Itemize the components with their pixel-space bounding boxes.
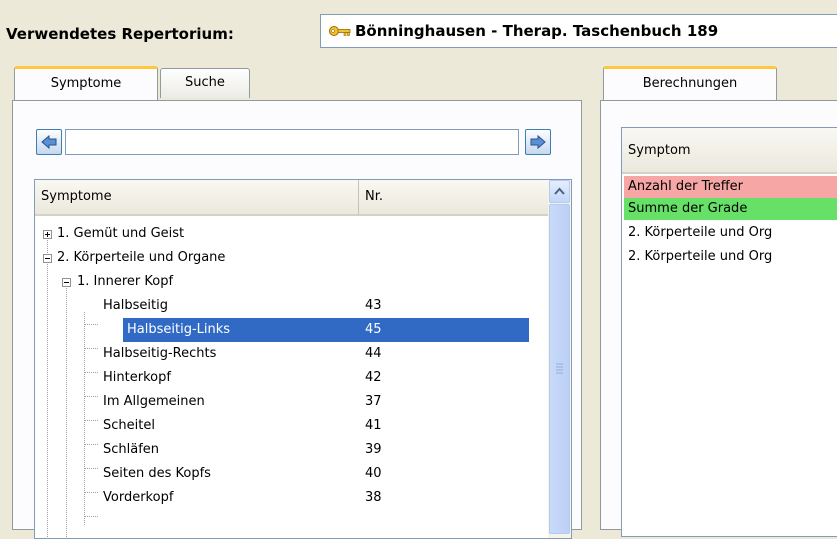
arrow-right-icon <box>530 134 546 150</box>
symptom-tree: Symptome Nr. 1. Gemüt und Geist 2. Körpe… <box>34 179 572 539</box>
vertical-scrollbar[interactable] <box>548 180 571 538</box>
expand-icon[interactable] <box>43 230 52 239</box>
nav-forward-button[interactable] <box>525 129 551 155</box>
row-anzahl-treffer[interactable]: Anzahl der Treffer <box>624 176 837 198</box>
scroll-thumb[interactable] <box>549 204 570 534</box>
collapse-icon[interactable] <box>62 278 71 287</box>
nav-back-button[interactable] <box>36 129 62 155</box>
row-symptom[interactable]: 2. Körperteile und Org <box>624 222 837 244</box>
scroll-up-button[interactable] <box>549 180 570 203</box>
tree-node-koerperteile[interactable]: 2. Körperteile und Organe <box>35 246 535 270</box>
tab-suche[interactable]: Suche <box>160 68 250 98</box>
collapse-icon[interactable] <box>43 254 52 263</box>
repertory-value: Bönninghausen - Therap. Taschenbuch 189 <box>355 22 719 40</box>
calculations-panel: Symptom Anzahl der Treffer Summe der Gra… <box>600 100 837 537</box>
repertory-bar: Verwendetes Repertorium: Bönninghausen -… <box>0 0 837 60</box>
tree-item[interactable]: Im Allgemeinen 37 <box>99 390 529 414</box>
tree-item[interactable]: Vorderkopf 38 <box>99 486 529 510</box>
tree-item[interactable]: Halbseitig 43 <box>99 294 529 318</box>
tree-item[interactable]: Seiten des Kopfs 40 <box>99 462 529 486</box>
tree-item[interactable]: Scheitel 41 <box>99 414 529 438</box>
tree-item[interactable]: Hinterkopf 42 <box>99 366 529 390</box>
left-tabbar: Symptome Suche <box>14 66 314 100</box>
tree-item[interactable]: Halbseitig-Rechts 44 <box>99 342 529 366</box>
tree-item-selected[interactable]: Halbseitig-Links 45 <box>123 318 529 342</box>
tree-node-gemuet[interactable]: 1. Gemüt und Geist <box>35 222 535 246</box>
chevron-up-icon <box>554 187 565 195</box>
tree-node-innerer-kopf[interactable]: 1. Innerer Kopf <box>35 270 535 294</box>
arrow-left-icon <box>41 134 57 150</box>
right-tabbar: Berechnungen <box>603 66 837 100</box>
symptom-filter-input[interactable] <box>65 129 519 155</box>
row-symptom[interactable]: 2. Körperteile und Org <box>624 246 837 268</box>
symptoms-panel: Symptome Nr. 1. Gemüt und Geist 2. Körpe… <box>12 100 582 539</box>
repertory-select[interactable]: Bönninghausen - Therap. Taschenbuch 189 <box>320 14 837 48</box>
column-header-nr[interactable]: Nr. <box>359 180 549 216</box>
tab-berechnungen[interactable]: Berechnungen <box>603 66 777 100</box>
tab-symptome[interactable]: Symptome <box>14 66 158 100</box>
tree-item[interactable]: Schläfen 39 <box>99 438 529 462</box>
repertory-label: Verwendetes Repertorium: <box>6 25 234 43</box>
key-icon <box>329 24 351 42</box>
column-header-symptom[interactable]: Symptom <box>622 128 837 174</box>
column-header-symptome[interactable]: Symptome <box>35 180 359 216</box>
row-summe-grade[interactable]: Summe der Grade <box>624 198 837 220</box>
calculations-list: Symptom Anzahl der Treffer Summe der Gra… <box>621 127 837 537</box>
grip-icon <box>556 363 563 374</box>
